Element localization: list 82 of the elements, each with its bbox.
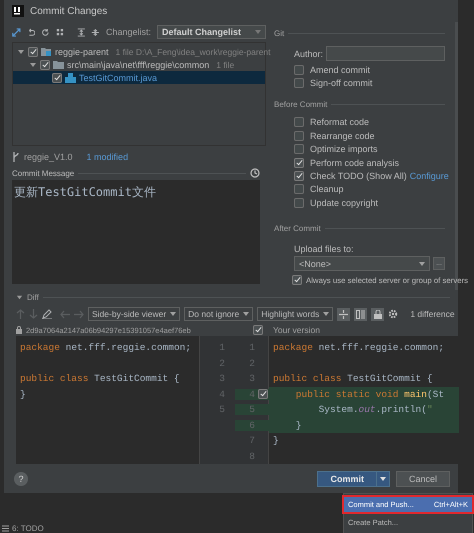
highlight-dropdown[interactable]: Highlight words <box>257 307 334 321</box>
left-code-editor[interactable]: package net.fff.reggie.common; public class TestGitCommit { } <box>16 336 199 464</box>
tree-item-details: 1 file D:\A_Feng\idea_work\reggie-parent <box>116 46 271 56</box>
branch-icon <box>12 152 20 162</box>
diff-section-title: Diff <box>27 292 39 302</box>
checkbox[interactable] <box>294 130 304 141</box>
ignore-dropdown[interactable]: Do not ignore <box>184 307 254 321</box>
changelist-dropdown[interactable]: Default Changelist <box>156 25 266 39</box>
caret-icon[interactable] <box>170 312 176 316</box>
right-pane-title: Your version <box>272 325 321 335</box>
checkbox[interactable] <box>294 171 304 182</box>
caret-icon[interactable] <box>323 312 330 316</box>
tree-item-details: 1 file <box>216 60 234 70</box>
list-icon[interactable] <box>2 524 9 532</box>
settings-icon[interactable] <box>388 309 398 319</box>
help-button[interactable]: ? <box>14 472 28 486</box>
checkbox[interactable] <box>28 46 38 56</box>
difference-count: 1 difference <box>410 309 455 319</box>
checkbox[interactable] <box>294 64 304 75</box>
author-field[interactable] <box>326 46 445 61</box>
upload-label: Upload files to: <box>294 244 355 254</box>
branch-name: reggie_V1.0 <box>24 152 73 162</box>
checkbox[interactable] <box>294 184 304 194</box>
collapse-unchanged-icon[interactable] <box>337 308 350 320</box>
checkbox[interactable] <box>294 198 304 208</box>
checkbox[interactable] <box>294 117 304 128</box>
option-label: Rearrange code <box>310 130 375 141</box>
commit-button[interactable]: Commit <box>317 470 390 486</box>
caret-icon[interactable] <box>419 262 425 266</box>
viewer-dropdown[interactable]: Side-by-side viewer <box>88 307 180 321</box>
commit-message-field[interactable]: 更新TestGitCommit文件 <box>12 180 260 284</box>
option-label: Amend commit <box>310 64 370 75</box>
tree-item[interactable]: src\main\java\net\fff\reggie\common <box>67 60 210 70</box>
diff-arrows-icon[interactable] <box>12 26 21 38</box>
window-title: Commit Changes <box>30 6 108 16</box>
option-label: Update copyright <box>310 198 378 208</box>
folder-icon <box>53 60 64 69</box>
option-label: Reformat code <box>310 117 370 128</box>
section-title: Git <box>274 28 284 38</box>
author-label: Author: <box>294 48 324 58</box>
collapse-arrow-icon[interactable] <box>17 48 25 56</box>
checkbox[interactable] <box>292 275 302 286</box>
option-label: Cleanup <box>310 184 344 194</box>
group-icon[interactable] <box>56 26 65 38</box>
option-label: Optimize imports <box>310 144 378 154</box>
todo-tab[interactable]: 6: TODO <box>12 524 44 532</box>
server-dropdown[interactable]: <None> <box>294 256 430 272</box>
cancel-button[interactable]: Cancel <box>396 470 450 486</box>
app-icon <box>12 5 24 17</box>
tree-item[interactable]: reggie-parent <box>55 46 109 56</box>
checkbox[interactable] <box>253 325 263 335</box>
module-folder-icon <box>41 47 52 56</box>
line-checkbox[interactable] <box>258 389 268 400</box>
section-title: Before Commit <box>274 100 328 110</box>
modified-count-link[interactable]: 1 modified <box>86 152 128 162</box>
configure-link[interactable]: Configure <box>410 171 449 182</box>
option-label: Check TODO (Show All) <box>310 171 407 182</box>
expand-all-icon[interactable] <box>76 26 86 38</box>
right-code-editor[interactable]: package net.fff.reggie.common; public class TestGitCommit { public static void main(St System.out.println(" } } <box>269 336 459 464</box>
checkbox[interactable] <box>52 72 62 82</box>
collapse-arrow-icon[interactable] <box>16 294 23 300</box>
lock-icon[interactable] <box>371 308 384 320</box>
collapse-arrow-icon[interactable] <box>29 60 37 68</box>
lock-icon <box>16 326 22 334</box>
history-icon[interactable] <box>250 168 260 178</box>
option-label: Perform code analysis <box>310 158 400 168</box>
checkbox[interactable] <box>294 144 304 154</box>
caret-icon[interactable] <box>243 312 250 316</box>
edit-icon[interactable] <box>42 309 52 319</box>
java-class-icon <box>65 72 76 82</box>
collapse-all-icon[interactable] <box>91 26 100 38</box>
checkbox[interactable] <box>294 158 304 168</box>
undo-icon[interactable] <box>26 26 36 38</box>
option-label: Sign-off commit <box>310 78 372 88</box>
checkbox[interactable] <box>294 78 304 88</box>
section-title: After Commit <box>274 224 321 234</box>
caret-icon[interactable] <box>380 476 386 480</box>
refresh-icon[interactable] <box>41 26 50 38</box>
sync-scroll-icon[interactable] <box>354 308 368 320</box>
checkbox[interactable] <box>40 60 50 70</box>
changelist-label: Changelist: <box>106 27 151 37</box>
commit-message-label: Commit Message <box>12 168 74 178</box>
